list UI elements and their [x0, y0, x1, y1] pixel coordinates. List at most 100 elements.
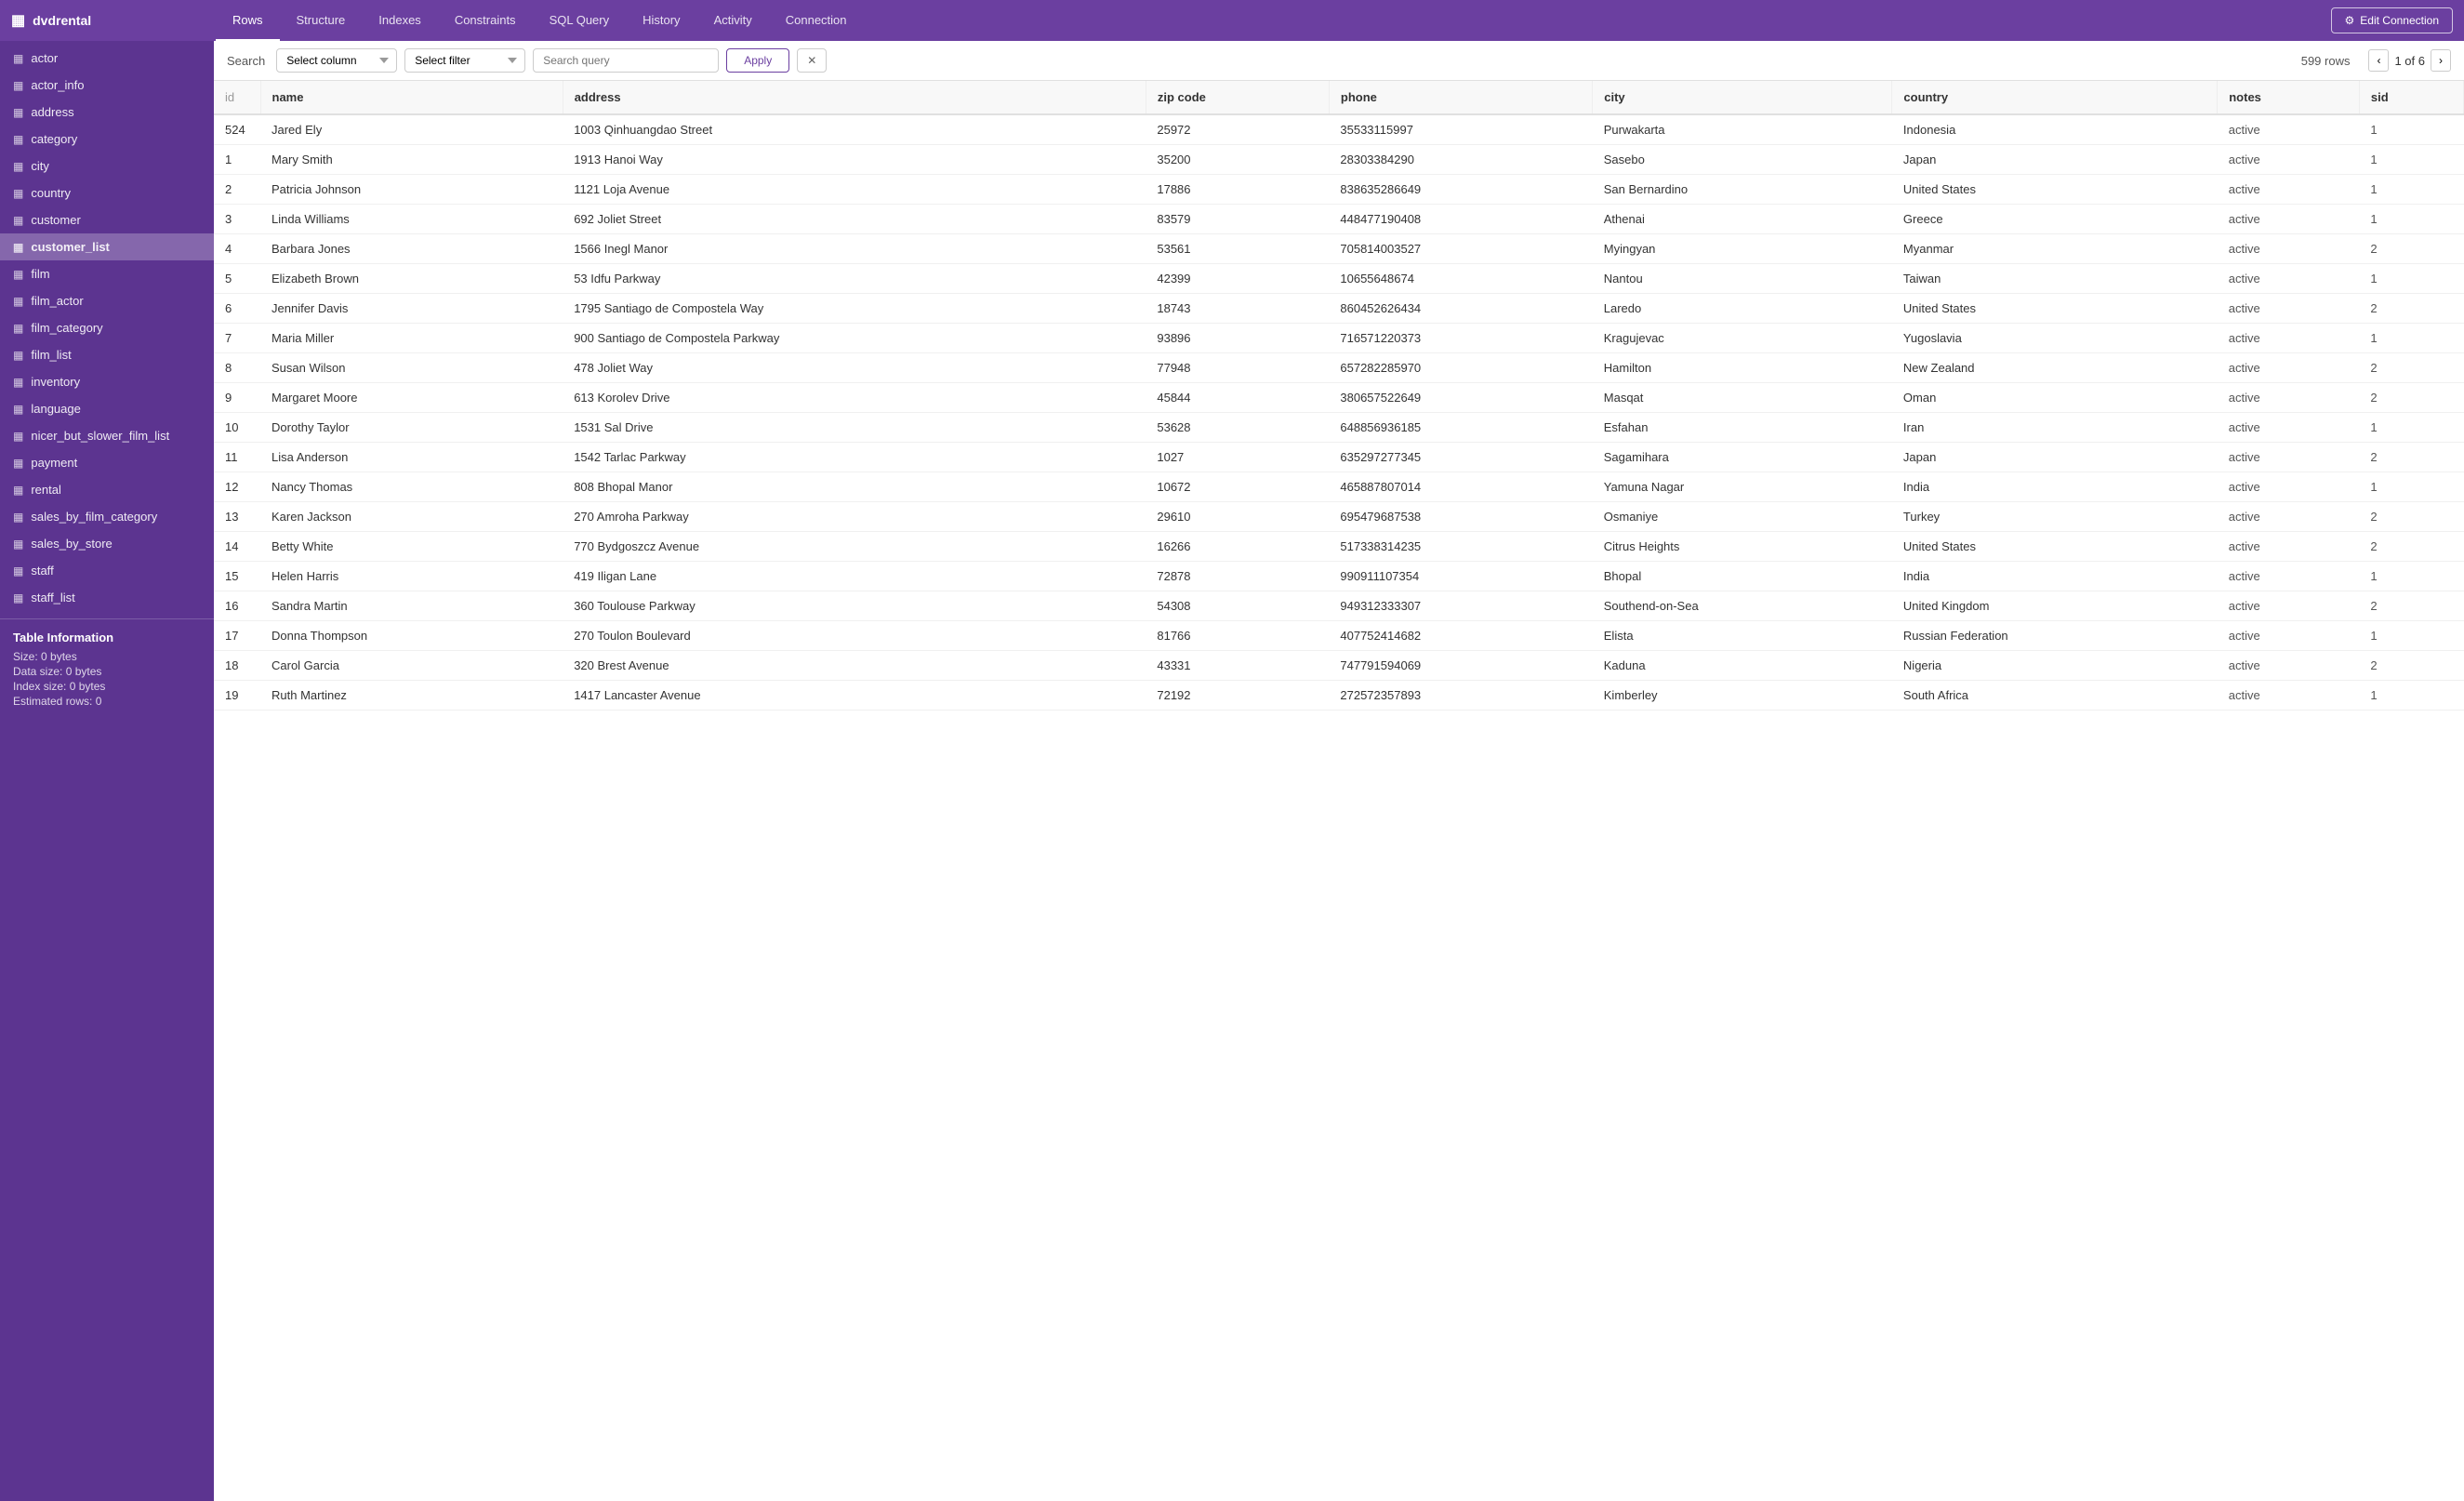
table-row[interactable]: 13Karen Jackson270 Amroha Parkway2961069… — [214, 502, 2464, 532]
tab-connection[interactable]: Connection — [769, 0, 864, 41]
tab-sql_query[interactable]: SQL Query — [533, 0, 627, 41]
sidebar-item-payment[interactable]: ▦ payment — [0, 449, 214, 476]
table-row[interactable]: 3Linda Williams692 Joliet Street83579448… — [214, 205, 2464, 234]
cell-city: Purwakarta — [1593, 114, 1892, 145]
cell-country: United Kingdom — [1892, 591, 2218, 621]
search-input[interactable] — [533, 48, 719, 73]
sidebar-item-customer_list[interactable]: ▦customer_list — [0, 233, 214, 260]
tab-constraints[interactable]: Constraints — [438, 0, 533, 41]
next-page-button[interactable]: › — [2431, 49, 2451, 72]
table-row[interactable]: 6Jennifer Davis1795 Santiago de Composte… — [214, 294, 2464, 324]
filter-select[interactable]: Select filter — [404, 48, 525, 73]
cell-city: San Bernardino — [1593, 175, 1892, 205]
cell-id: 1 — [214, 145, 260, 175]
table-row[interactable]: 11Lisa Anderson1542 Tarlac Parkway102763… — [214, 443, 2464, 472]
sidebar-item-category[interactable]: ▦category — [0, 126, 214, 153]
cell-country: Oman — [1892, 383, 2218, 413]
table-row[interactable]: 524Jared Ely1003 Qinhuangdao Street25972… — [214, 114, 2464, 145]
sidebar-item-actor[interactable]: ▦actor — [0, 45, 214, 72]
cell-city: Sasebo — [1593, 145, 1892, 175]
sidebar-item-language[interactable]: ▦language — [0, 395, 214, 422]
sidebar-item-country[interactable]: ▦country — [0, 179, 214, 206]
search-bar: Search Select column Select filter Apply… — [214, 41, 2464, 81]
column-select[interactable]: Select column — [276, 48, 397, 73]
cell-sid: 2 — [2359, 443, 2463, 472]
table-row[interactable]: 15Helen Harris419 Iligan Lane72878990911… — [214, 562, 2464, 591]
cell-notes: active — [2218, 383, 2360, 413]
sidebar-item-label: payment — [31, 456, 77, 470]
clear-button[interactable]: ✕ — [797, 48, 827, 73]
cell-name: Helen Harris — [260, 562, 563, 591]
cell-zip-code: 72192 — [1146, 681, 1329, 711]
table-row[interactable]: 4Barbara Jones1566 Inegl Manor5356170581… — [214, 234, 2464, 264]
cell-zip-code: 43331 — [1146, 651, 1329, 681]
sidebar-item-staff[interactable]: ▦staff — [0, 557, 214, 584]
sidebar-item-film[interactable]: ▦film — [0, 260, 214, 287]
table-icon: ▦ — [13, 241, 23, 254]
table-row[interactable]: 2Patricia Johnson1121 Loja Avenue1788683… — [214, 175, 2464, 205]
table-row[interactable]: 10Dorothy Taylor1531 Sal Drive5362864885… — [214, 413, 2464, 443]
sidebar-item-address[interactable]: ▦ address — [0, 99, 214, 126]
sidebar-item-customer[interactable]: ▦customer — [0, 206, 214, 233]
sidebar-item-label: staff — [31, 564, 53, 578]
cell-sid: 1 — [2359, 114, 2463, 145]
table-row[interactable]: 18Carol Garcia320 Brest Avenue4333174779… — [214, 651, 2464, 681]
cell-zip-code: 35200 — [1146, 145, 1329, 175]
sidebar-item-label: actor — [31, 51, 58, 65]
table-row[interactable]: 8Susan Wilson478 Joliet Way7794865728228… — [214, 353, 2464, 383]
cell-zip-code: 81766 — [1146, 621, 1329, 651]
sidebar-item-sales_by_film_category[interactable]: ▦sales_by_film_category — [0, 503, 214, 530]
tab-activity[interactable]: Activity — [697, 0, 769, 41]
tab-rows[interactable]: Rows — [216, 0, 280, 41]
sidebar-item-film_list[interactable]: ▦film_list — [0, 341, 214, 368]
sidebar-item-sales_by_store[interactable]: ▦sales_by_store — [0, 530, 214, 557]
cell-sid: 1 — [2359, 145, 2463, 175]
page-indicator: 1 of 6 — [2394, 54, 2425, 68]
cell-notes: active — [2218, 621, 2360, 651]
sidebar-item-staff_list[interactable]: ▦staff_list — [0, 584, 214, 611]
table-icon: ▦ — [13, 106, 23, 119]
sidebar-item-film_actor[interactable]: ▦film_actor — [0, 287, 214, 314]
cell-zip-code: 16266 — [1146, 532, 1329, 562]
tab-structure[interactable]: Structure — [280, 0, 363, 41]
col-header-id: id — [214, 81, 260, 114]
cell-country: Japan — [1892, 145, 2218, 175]
table-row[interactable]: 1Mary Smith1913 Hanoi Way352002830338429… — [214, 145, 2464, 175]
table-row[interactable]: 16Sandra Martin360 Toulouse Parkway54308… — [214, 591, 2464, 621]
cell-id: 8 — [214, 353, 260, 383]
cell-id: 17 — [214, 621, 260, 651]
sidebar-item-actor_info[interactable]: ▦actor_info — [0, 72, 214, 99]
cell-zip-code: 72878 — [1146, 562, 1329, 591]
table-row[interactable]: 19Ruth Martinez1417 Lancaster Avenue7219… — [214, 681, 2464, 711]
table-row[interactable]: 12Nancy Thomas808 Bhopal Manor1067246588… — [214, 472, 2464, 502]
cell-zip-code: 54308 — [1146, 591, 1329, 621]
table-row[interactable]: 5Elizabeth Brown53 Idfu Parkway423991065… — [214, 264, 2464, 294]
sidebar-item-rental[interactable]: ▦rental — [0, 476, 214, 503]
sidebar-item-inventory[interactable]: ▦inventory — [0, 368, 214, 395]
sidebar-item-city[interactable]: ▦city — [0, 153, 214, 179]
cell-id: 4 — [214, 234, 260, 264]
table-row[interactable]: 9Margaret Moore613 Korolev Drive45844380… — [214, 383, 2464, 413]
tab-indexes[interactable]: Indexes — [362, 0, 438, 41]
prev-page-button[interactable]: ‹ — [2368, 49, 2389, 72]
sidebar-item-label: address — [31, 105, 73, 119]
cell-id: 7 — [214, 324, 260, 353]
cell-zip-code: 25972 — [1146, 114, 1329, 145]
table-row[interactable]: 17Donna Thompson270 Toulon Boulevard8176… — [214, 621, 2464, 651]
cell-city: Kaduna — [1593, 651, 1892, 681]
cell-address: 1003 Qinhuangdao Street — [563, 114, 1146, 145]
edit-connection-button[interactable]: ⚙ Edit Connection — [2331, 7, 2454, 33]
cell-name: Lisa Anderson — [260, 443, 563, 472]
cell-id: 19 — [214, 681, 260, 711]
table-row[interactable]: 14Betty White770 Bydgoszcz Avenue1626651… — [214, 532, 2464, 562]
apply-button[interactable]: Apply — [726, 48, 789, 73]
table-icon: ▦ — [13, 457, 23, 470]
sidebar-item-nicer_but_slower_film_list[interactable]: ▦nicer_but_slower_film_list — [0, 422, 214, 449]
cell-phone: 35533115997 — [1329, 114, 1592, 145]
sidebar-item-film_category[interactable]: ▦film_category — [0, 314, 214, 341]
table-row[interactable]: 7Maria Miller900 Santiago de Compostela … — [214, 324, 2464, 353]
cell-address: 808 Bhopal Manor — [563, 472, 1146, 502]
tab-history[interactable]: History — [626, 0, 696, 41]
cell-zip-code: 45844 — [1146, 383, 1329, 413]
cell-zip-code: 17886 — [1146, 175, 1329, 205]
